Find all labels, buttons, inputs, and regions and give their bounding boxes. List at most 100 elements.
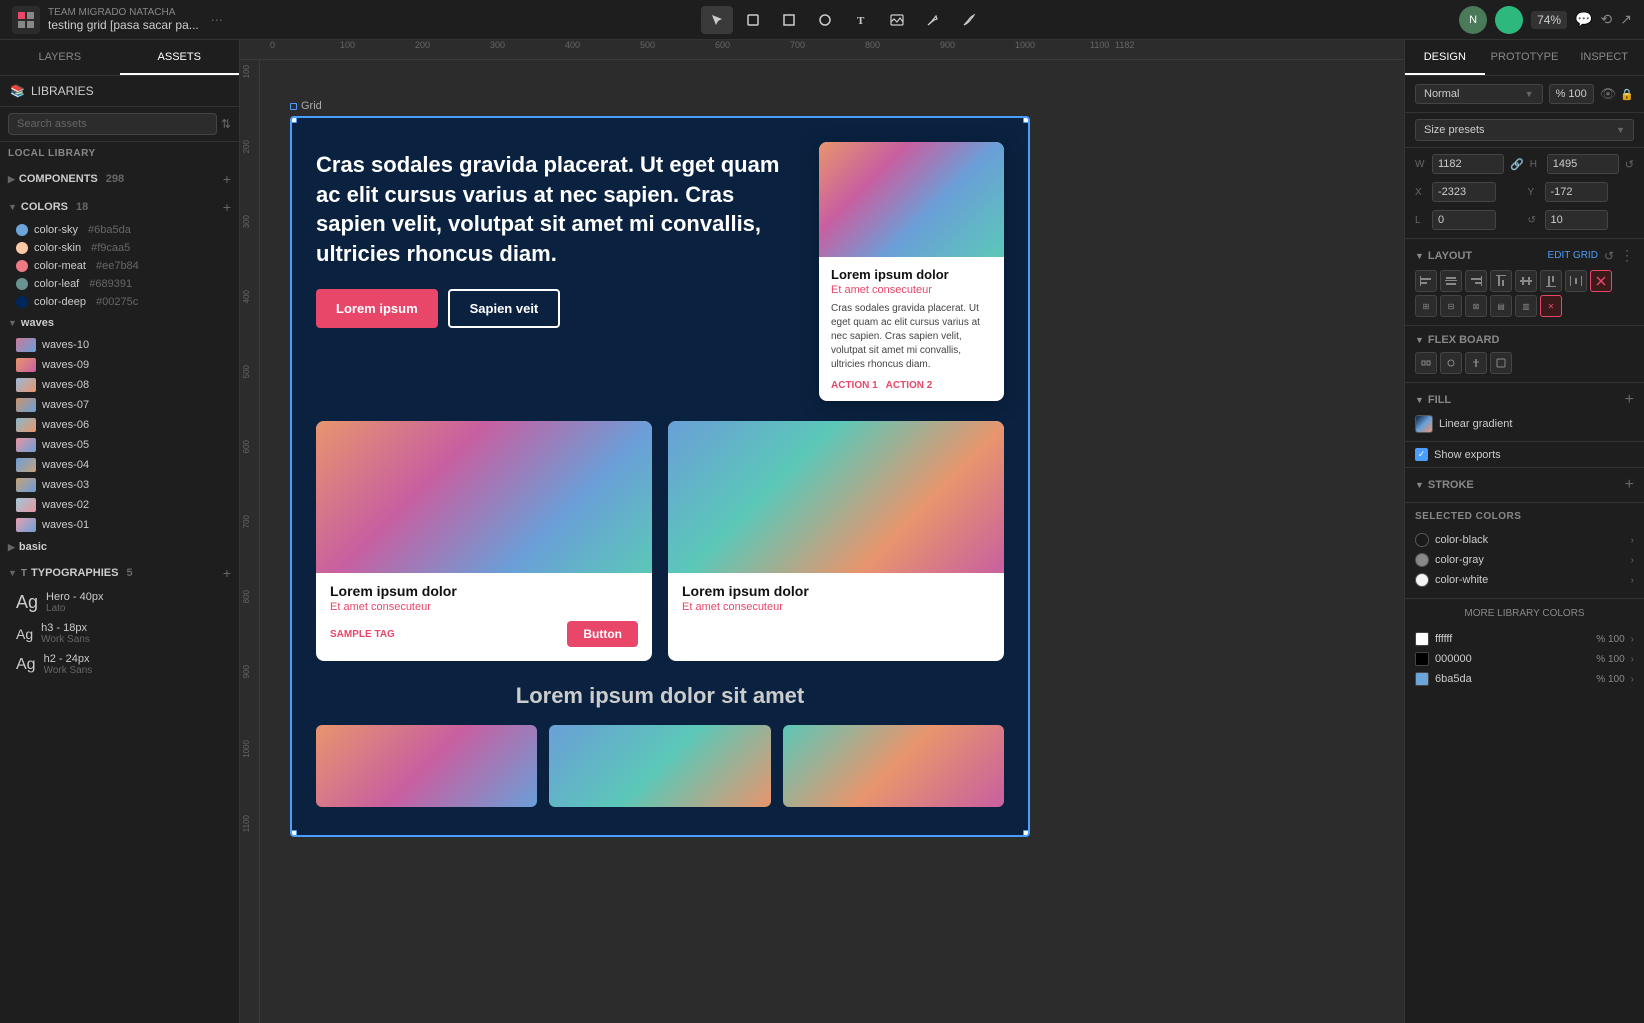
color-item-meat[interactable]: color-meat #ee7b84 (0, 257, 239, 275)
zoom-level[interactable]: 74% (1531, 11, 1567, 29)
tab-design[interactable]: DESIGN (1405, 40, 1485, 75)
size-presets-btn[interactable]: Size presets ▼ (1415, 119, 1634, 141)
wave-item-10[interactable]: waves-10 (0, 335, 239, 355)
pen-tool[interactable] (917, 6, 949, 34)
basic-section-header[interactable]: ▶ basic (0, 535, 239, 559)
distribute-h-icon[interactable] (1565, 270, 1587, 292)
eye-toggle[interactable]: 👁 (1600, 86, 1617, 102)
layout-refresh-icon[interactable]: ↺ (1604, 249, 1614, 263)
align-center-v-icon[interactable] (1440, 270, 1462, 292)
h-input[interactable]: 1495 (1547, 154, 1619, 174)
colors-section-header[interactable]: ▼ COLORS 18 + (0, 193, 239, 221)
lib-color-arrow-6ba5da[interactable]: › (1631, 674, 1634, 685)
show-exports-checkbox[interactable]: ✓ (1415, 448, 1428, 461)
pencil-tool[interactable] (953, 6, 985, 34)
components-section-header[interactable]: ▶ COMPONENTS 298 + (0, 165, 239, 193)
tab-prototype[interactable]: PROTOTYPE (1485, 40, 1565, 75)
wave-item-01[interactable]: waves-01 (0, 515, 239, 535)
waves-section-header[interactable]: ▼ waves (0, 311, 239, 335)
layout-more-icon[interactable]: ⋮ (1620, 247, 1634, 264)
wave-item-03[interactable]: waves-03 (0, 475, 239, 495)
align-right-icon[interactable] (1465, 270, 1487, 292)
constrain-icon[interactable]: 🔗 (1510, 158, 1524, 171)
flex-icon-1[interactable] (1415, 352, 1437, 374)
color-item-skin[interactable]: color-skin #f9caa5 (0, 239, 239, 257)
opacity-input[interactable]: % 100 (1549, 84, 1594, 104)
typo-item-hero[interactable]: Ag Hero - 40px Lato (0, 587, 239, 618)
colors-add-icon[interactable]: + (223, 199, 231, 215)
x-input[interactable]: -2323 (1432, 182, 1496, 202)
y-input[interactable]: -172 (1545, 182, 1609, 202)
btn-outline[interactable]: Sapien veit (448, 289, 561, 328)
handle-tr[interactable] (1023, 116, 1030, 123)
typo-item-h3[interactable]: Ag h3 - 18px Work Sans (0, 618, 239, 649)
blend-mode-selector[interactable]: Normal ▼ (1415, 84, 1543, 104)
image-tool[interactable] (881, 6, 913, 34)
grid-layout-icon-2[interactable]: ⊟ (1440, 295, 1462, 317)
grid-layout-icon-1[interactable]: ⊞ (1415, 295, 1437, 317)
w-input[interactable]: 1182 (1432, 154, 1504, 174)
grid-layout-icon-3[interactable]: ⊠ (1465, 295, 1487, 317)
tab-assets[interactable]: ASSETS (120, 40, 240, 75)
card-action1[interactable]: ACTION 1 (831, 380, 878, 391)
comment-icon[interactable]: 💬 (1575, 11, 1592, 28)
file-more-icon[interactable]: ⋯ (207, 9, 227, 31)
lib-color-6ba5da[interactable]: 6ba5da % 100 › (1415, 669, 1634, 689)
align-left-icon[interactable] (1415, 270, 1437, 292)
lib-color-arrow-ffffff[interactable]: › (1631, 634, 1634, 645)
selected-color-arrow-white[interactable]: › (1631, 575, 1634, 586)
selected-color-gray[interactable]: color-gray › (1415, 550, 1634, 570)
libraries-button[interactable]: 📚 LIBRARIES (0, 76, 239, 107)
wave-item-09[interactable]: waves-09 (0, 355, 239, 375)
flex-icon-2[interactable] (1440, 352, 1462, 374)
fill-add-icon[interactable]: + (1625, 391, 1634, 409)
reset-size-icon[interactable]: ↺ (1625, 158, 1634, 171)
components-add-icon[interactable]: + (223, 171, 231, 187)
tab-layers[interactable]: LAYERS (0, 40, 120, 75)
flex-icon-3[interactable] (1465, 352, 1487, 374)
fill-color-preview[interactable] (1415, 415, 1433, 433)
selected-color-arrow-black[interactable]: › (1631, 535, 1634, 546)
selected-color-white[interactable]: color-white › (1415, 570, 1634, 590)
history-icon[interactable]: ⟲ (1601, 11, 1613, 28)
handle-tl[interactable] (290, 116, 297, 123)
selected-color-arrow-gray[interactable]: › (1631, 555, 1634, 566)
lib-color-arrow-000000[interactable]: › (1631, 654, 1634, 665)
typographies-section-header[interactable]: ▼ T TYPOGRAPHIES 5 + (0, 559, 239, 587)
color-item-deep[interactable]: color-deep #00275c (0, 293, 239, 311)
typographies-add-icon[interactable]: + (223, 565, 231, 581)
color-item-sky[interactable]: color-sky #6ba5da (0, 221, 239, 239)
rect-tool[interactable] (773, 6, 805, 34)
wave-item-07[interactable]: waves-07 (0, 395, 239, 415)
handle-bl[interactable] (290, 830, 297, 837)
edit-grid-btn[interactable]: EDIT GRID (1548, 250, 1598, 261)
card-action2[interactable]: ACTION 2 (886, 380, 933, 391)
handle-br[interactable] (1023, 830, 1030, 837)
grid-layout-icon-6[interactable]: ✕ (1540, 295, 1562, 317)
flex-icon-4[interactable] (1490, 352, 1512, 374)
align-bottom-icon[interactable] (1540, 270, 1562, 292)
stroke-add-icon[interactable]: + (1625, 476, 1634, 494)
selected-color-black[interactable]: color-black › (1415, 530, 1634, 550)
wave-item-05[interactable]: waves-05 (0, 435, 239, 455)
delete-layout-icon[interactable] (1590, 270, 1612, 292)
lib-color-ffffff[interactable]: ffffff % 100 › (1415, 629, 1634, 649)
share-icon[interactable]: ↗ (1620, 11, 1632, 28)
select-tool[interactable] (701, 6, 733, 34)
l-input[interactable]: 0 (1432, 210, 1496, 230)
frame-tool[interactable] (737, 6, 769, 34)
color-item-leaf[interactable]: color-leaf #689391 (0, 275, 239, 293)
search-input[interactable] (8, 113, 217, 135)
r-input[interactable]: 10 (1545, 210, 1609, 230)
text-tool[interactable]: T (845, 6, 877, 34)
align-top-icon[interactable] (1490, 270, 1512, 292)
typo-item-h2[interactable]: Ag h2 - 24px Work Sans (0, 649, 239, 680)
bottom-card-1-btn[interactable]: Button (567, 621, 638, 647)
tab-inspect[interactable]: INSPECT (1564, 40, 1644, 75)
grid-layout-icon-4[interactable]: ▤ (1490, 295, 1512, 317)
align-middle-h-icon[interactable] (1515, 270, 1537, 292)
lib-color-000000[interactable]: 000000 % 100 › (1415, 649, 1634, 669)
wave-item-02[interactable]: waves-02 (0, 495, 239, 515)
wave-item-06[interactable]: waves-06 (0, 415, 239, 435)
wave-item-04[interactable]: waves-04 (0, 455, 239, 475)
